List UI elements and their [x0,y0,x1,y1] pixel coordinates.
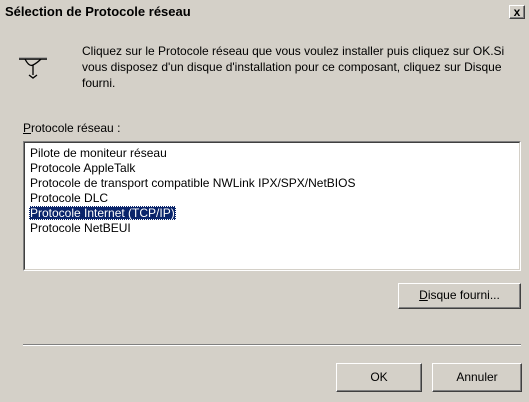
title-bar: Sélection de Protocole réseau x [0,0,529,24]
list-item-label: Protocole AppleTalk [30,161,136,175]
list-item[interactable]: Protocole AppleTalk [27,161,517,176]
separator [23,344,521,346]
list-item-label: Protocole DLC [30,191,109,205]
list-item-label: Protocole de transport compatible NWLink… [30,176,356,190]
protocol-listbox-inner: Pilote de moniteur réseau Protocole Appl… [24,142,520,270]
window-title: Sélection de Protocole réseau [5,4,191,19]
close-icon: x [513,5,521,19]
have-disk-button[interactable]: Disque fourni... [398,283,521,309]
list-item-label: Protocole Internet (TCP/IP) [29,206,176,220]
list-item[interactable]: Pilote de moniteur réseau [27,146,517,161]
label-text: rotocole réseau : [31,121,121,135]
ok-button[interactable]: OK [336,363,422,392]
protocol-list-label: Protocole réseau : [23,121,120,135]
list-item-selected[interactable]: Protocole Internet (TCP/IP) [27,206,517,221]
disk-label: isque fourni... [427,288,500,302]
close-button[interactable]: x [509,5,525,19]
cancel-button[interactable]: Annuler [432,363,522,392]
list-item-label: Pilote de moniteur réseau [30,146,167,160]
list-item[interactable]: Protocole de transport compatible NWLink… [27,176,517,191]
protocol-listbox[interactable]: Pilote de moniteur réseau Protocole Appl… [23,141,521,271]
label-accelerator: P [23,121,32,135]
list-item[interactable]: Protocole NetBEUI [27,221,517,236]
network-protocol-icon [19,57,47,79]
list-item-label: Protocole NetBEUI [30,221,131,235]
instructions-text: Cliquez sur le Protocole réseau que vous… [82,44,505,90]
disk-accelerator: D [419,288,428,302]
list-item[interactable]: Protocole DLC [27,191,517,206]
